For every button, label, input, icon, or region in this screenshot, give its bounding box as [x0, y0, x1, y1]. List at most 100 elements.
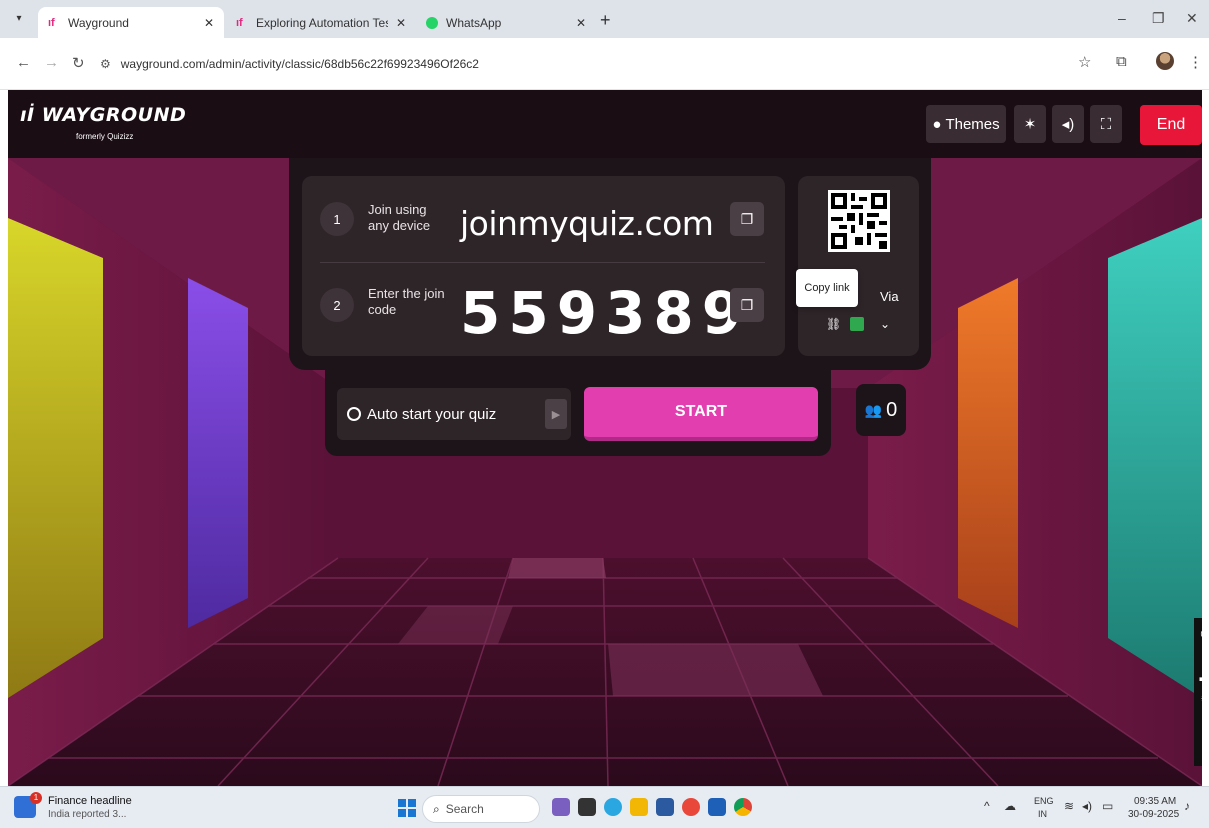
logo-subtitle: formerly Quizizz — [76, 132, 134, 141]
tab-exploring-automation[interactable]: ıf Exploring Automation Testing ✕ — [226, 7, 416, 38]
wayground-favicon-icon: ıf — [236, 16, 243, 29]
battery-icon[interactable]: ▭ — [1102, 799, 1113, 813]
copy-icon: ❐ — [740, 296, 754, 313]
join-url: joinmyquiz.com — [460, 204, 714, 243]
language-code[interactable]: ENG — [1034, 796, 1054, 806]
back-icon[interactable]: ← — [16, 54, 31, 71]
tab-label: WhatsApp — [446, 15, 502, 30]
forward-icon[interactable]: → — [44, 54, 59, 71]
player-count: 👥 0 — [856, 384, 906, 436]
wifi-icon[interactable]: ≋ — [1064, 799, 1074, 813]
fullscreen-icon: ⛶ — [1100, 115, 1112, 133]
chevron-down-icon[interactable]: ⌄ — [880, 317, 890, 331]
step-1-badge: 1 — [320, 202, 354, 236]
google-classroom-icon[interactable] — [850, 317, 864, 331]
browser-tab-bar: ▾ ıf Wayground ✕ ıf Exploring Automation… — [0, 0, 1209, 38]
extensions-icon[interactable]: ⧉ — [1116, 53, 1127, 70]
camera-icon[interactable]: ◉ — [1194, 626, 1202, 640]
settings-gear-icon[interactable]: ✹ — [1194, 692, 1202, 706]
copy-icon: ❐ — [740, 210, 754, 227]
side-toolbar: ◉ ■ ▬ ✹ — [1194, 618, 1202, 766]
task-view-icon[interactable] — [578, 798, 596, 816]
clock-date: 30-09-2025 — [1128, 809, 1180, 820]
volume-icon[interactable]: ◂) — [1082, 799, 1092, 813]
close-tab-icon[interactable]: ✕ — [204, 16, 214, 30]
minimize-icon[interactable]: – — [1118, 10, 1126, 26]
player-count-value: 0 — [886, 398, 898, 421]
word-icon[interactable] — [708, 798, 726, 816]
qr-code[interactable] — [828, 190, 890, 252]
news-title[interactable]: Finance headline — [48, 795, 132, 807]
divider — [320, 262, 765, 263]
windows-taskbar: 1 Finance headline India reported 3... ⌕… — [0, 786, 1209, 828]
close-tab-icon[interactable]: ✕ — [396, 16, 406, 30]
copy-link-tooltip: Copy link — [796, 269, 858, 307]
language-region: IN — [1038, 809, 1047, 819]
site-info-icon[interactable]: ⚙ — [100, 57, 111, 71]
start-button[interactable]: START — [584, 387, 818, 441]
step-1-text: Join using any device — [368, 202, 431, 233]
start-controls: Auto start your quiz ▶ START — [325, 370, 831, 456]
auto-start-label: Auto start your quiz — [367, 405, 497, 423]
folder-icon[interactable]: ▬ — [1194, 670, 1203, 684]
search-icon: ⌕ — [433, 801, 440, 816]
news-subtitle: India reported 3... — [48, 809, 127, 820]
copilot-icon[interactable] — [604, 798, 622, 816]
tab-label: Exploring Automation Testing — [256, 15, 388, 30]
url-text: wayground.com/admin/activity/classic/68d… — [120, 57, 479, 71]
auto-start-toggle[interactable]: Auto start your quiz ▶ — [337, 388, 571, 440]
join-instructions: 1 Join using any device joinmyquiz.com ❐… — [302, 176, 785, 356]
paint-app-icon[interactable] — [552, 798, 570, 816]
whatsapp-icon — [426, 16, 438, 29]
wayground-favicon-icon: ıf — [48, 16, 55, 29]
party-popper-icon: ✶ — [1023, 116, 1037, 133]
close-tab-icon[interactable]: ✕ — [576, 16, 586, 30]
step-2-badge: 2 — [320, 288, 354, 322]
join-code: 559389 — [460, 279, 751, 347]
play-icon: ▶ — [551, 408, 561, 421]
copy-code-button[interactable]: ❐ — [730, 288, 764, 322]
file-explorer-icon[interactable] — [630, 798, 648, 816]
speaker-icon: ◂) — [1061, 116, 1075, 133]
link-icon[interactable]: ⛓ — [826, 317, 841, 331]
onedrive-icon[interactable]: ☁ — [1004, 799, 1016, 813]
bookmark-star-icon[interactable]: ☆ — [1078, 53, 1091, 71]
news-badge: 1 — [30, 792, 42, 804]
clock-time[interactable]: 09:35 AM — [1134, 796, 1176, 807]
share-card: Via ⛓ ⌄ — [798, 176, 919, 356]
notification-bell-icon[interactable]: ♪ — [1184, 799, 1190, 813]
qr-code-icon — [831, 193, 887, 249]
chrome-icon[interactable] — [734, 798, 752, 816]
browser-menu-icon[interactable]: ⋮ — [1188, 53, 1203, 71]
fullscreen-button[interactable]: ⛶ — [1090, 105, 1122, 143]
quiz-lobby: ıİ WAYGROUND formerly Quizizz ● Themes ✶… — [8, 90, 1202, 786]
firefox-icon[interactable] — [682, 798, 700, 816]
windows-start-icon[interactable] — [398, 799, 416, 817]
taskbar-search[interactable]: ⌕ Search — [422, 795, 540, 823]
new-tab-icon[interactable]: + — [600, 10, 611, 31]
show-hidden-icons-icon[interactable]: ^ — [984, 799, 990, 813]
themes-button[interactable]: ● Themes — [926, 105, 1006, 143]
sound-button[interactable]: ◂) — [1052, 105, 1084, 143]
wayground-logo: ıİ WAYGROUND — [20, 104, 186, 126]
celebrate-button[interactable]: ✶ — [1014, 105, 1046, 143]
auto-start-play-button[interactable]: ▶ — [545, 399, 567, 429]
palette-icon: ● — [932, 115, 942, 133]
profile-avatar[interactable] — [1156, 52, 1174, 70]
tab-whatsapp[interactable]: WhatsApp ✕ — [416, 7, 596, 38]
close-window-icon[interactable]: ✕ — [1186, 10, 1198, 27]
logo-text: WAYGROUND — [41, 104, 187, 126]
video-icon[interactable]: ■ — [1194, 648, 1203, 662]
search-label: Search — [445, 802, 484, 816]
tab-wayground[interactable]: ıf Wayground ✕ — [38, 7, 224, 38]
tab-label: Wayground — [68, 15, 129, 30]
url-field[interactable]: ⚙ wayground.com/admin/activity/classic/6… — [100, 48, 1060, 80]
copy-url-button[interactable]: ❐ — [730, 202, 764, 236]
store-icon[interactable] — [656, 798, 674, 816]
reload-icon[interactable]: ↻ — [72, 54, 85, 72]
end-button[interactable]: End — [1140, 105, 1202, 145]
restore-icon[interactable]: ❐ — [1152, 10, 1165, 27]
app-header: ıİ WAYGROUND formerly Quizizz ● Themes ✶… — [8, 90, 1202, 158]
join-card: 1 Join using any device joinmyquiz.com ❐… — [289, 158, 931, 370]
tab-search-icon[interactable]: ▾ — [10, 11, 28, 27]
